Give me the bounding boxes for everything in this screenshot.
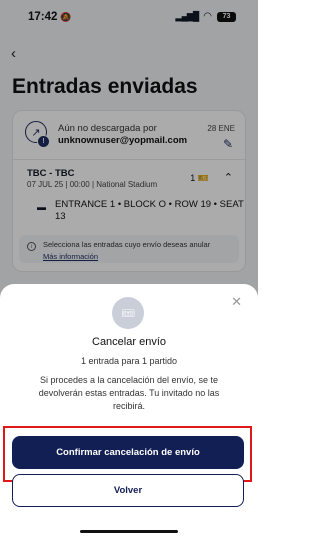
cancel-send-sheet: ✕ 🎟 Cancelar envío 1 entrada para 1 part… (0, 284, 258, 542)
sheet-subtitle: 1 entrada para 1 partido (80, 356, 178, 366)
confirm-cancel-button[interactable]: Confirmar cancelación de envío (12, 436, 244, 469)
sheet-title: Cancelar envío (92, 336, 166, 348)
back-button[interactable]: Volver (12, 474, 244, 507)
ticket-cancel-icon: 🎟 (112, 297, 144, 329)
sheet-description: Si procedes a la cancelación del envío, … (38, 375, 220, 411)
close-icon[interactable]: ✕ (231, 294, 242, 310)
home-indicator (80, 530, 178, 533)
